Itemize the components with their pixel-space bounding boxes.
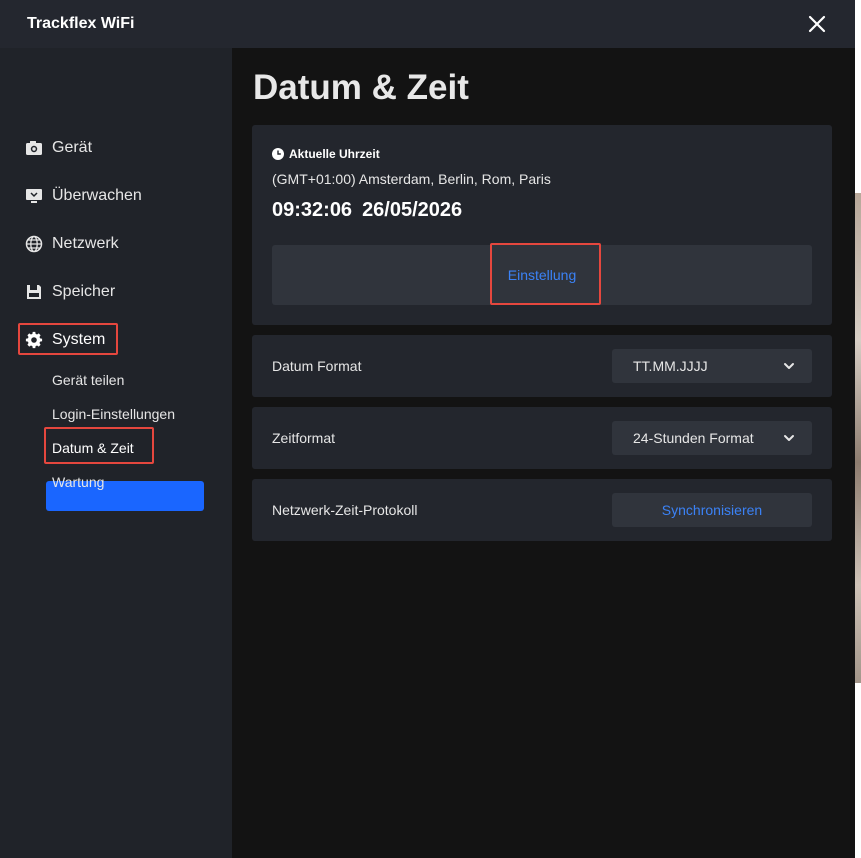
- sidebar-item-label: Gerät: [52, 139, 93, 156]
- sidebar-subitem-login-einstellungen[interactable]: Login-Einstellungen: [52, 404, 175, 424]
- time-format-value: 24-Stunden Format: [633, 430, 754, 446]
- current-date: 26/05/2026: [362, 199, 463, 221]
- sidebar-subitem-datum-zeit[interactable]: Datum & Zeit: [52, 438, 134, 458]
- sidebar-item-label: Speicher: [52, 283, 116, 300]
- time-format-row: Zeitformat 24-Stunden Format: [252, 407, 832, 469]
- floppy-disk-icon: [24, 283, 43, 302]
- title-bar: Trackflex WiFi: [0, 0, 855, 48]
- camera-icon: [24, 139, 43, 158]
- sidebar-item-label: System: [52, 331, 106, 348]
- sidebar-item-label: Netzwerk: [52, 235, 119, 252]
- app-title: Trackflex WiFi: [27, 15, 135, 32]
- current-time-card: Aktuelle Uhrzeit (GMT+01:00) Amsterdam, …: [252, 125, 832, 325]
- sidebar-subitem-wartung[interactable]: Wartung: [52, 472, 104, 492]
- sidebar-item-speicher[interactable]: Speicher: [24, 280, 115, 304]
- clock-icon: [272, 148, 284, 160]
- time-format-label: Zeitformat: [272, 430, 336, 446]
- main-content: Datum & Zeit Aktuelle Uhrzeit (GMT+01:00…: [232, 48, 855, 858]
- settings-window: Trackflex WiFi Gerät Überwachen Netzwerk: [0, 0, 855, 858]
- section-title: Aktuelle Uhrzeit: [289, 147, 380, 161]
- sidebar-subitem-geraet-teilen[interactable]: Gerät teilen: [52, 370, 124, 390]
- synchronize-button[interactable]: Synchronisieren: [612, 493, 812, 527]
- page-title: Datum & Zeit: [253, 68, 469, 107]
- sidebar-item-netzwerk[interactable]: Netzwerk: [24, 232, 119, 256]
- close-icon[interactable]: [807, 14, 827, 34]
- sidebar-item-label: Überwachen: [52, 187, 142, 204]
- date-format-value: TT.MM.JJJJ: [633, 358, 708, 374]
- time-settings-label: Einstellung: [507, 267, 577, 283]
- globe-icon: [24, 235, 43, 254]
- time-format-select[interactable]: 24-Stunden Format: [612, 421, 812, 455]
- chevron-down-icon: [783, 359, 795, 371]
- background-photo-edge: [855, 193, 861, 683]
- current-time: 09:32:06: [272, 199, 353, 221]
- chevron-down-icon: [783, 431, 795, 443]
- monitor-icon: [24, 187, 43, 206]
- ntp-row: Netzwerk-Zeit-Protokoll Synchronisieren: [252, 479, 832, 541]
- time-settings-button[interactable]: Einstellung: [272, 245, 812, 305]
- gear-icon: [24, 331, 43, 350]
- sidebar-item-ueberwachen[interactable]: Überwachen: [24, 184, 142, 208]
- date-format-row: Datum Format TT.MM.JJJJ: [252, 335, 832, 397]
- ntp-label: Netzwerk-Zeit-Protokoll: [272, 502, 418, 518]
- synchronize-label: Synchronisieren: [661, 502, 763, 518]
- sidebar-item-geraet[interactable]: Gerät: [24, 136, 92, 160]
- date-format-select[interactable]: TT.MM.JJJJ: [612, 349, 812, 383]
- sidebar: Gerät Überwachen Netzwerk Speicher Syste…: [0, 48, 232, 858]
- current-time-heading: Aktuelle Uhrzeit: [272, 147, 380, 161]
- current-datetime: 09:32:06 26/05/2026: [272, 199, 472, 222]
- date-format-label: Datum Format: [272, 358, 362, 374]
- sidebar-item-system[interactable]: System: [24, 328, 105, 352]
- timezone-text: (GMT+01:00) Amsterdam, Berlin, Rom, Pari…: [272, 171, 551, 187]
